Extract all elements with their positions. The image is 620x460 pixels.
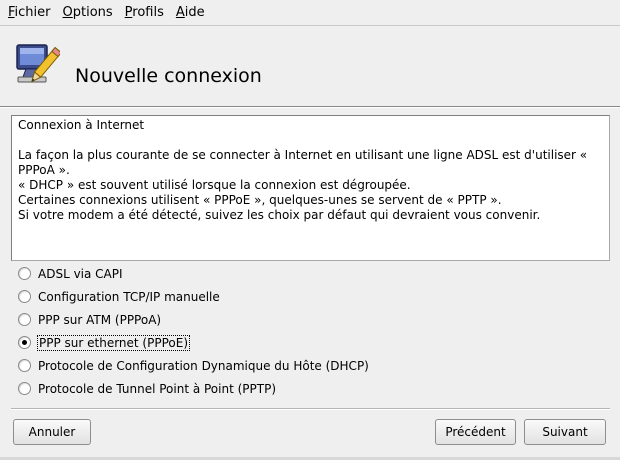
description-line bbox=[18, 133, 603, 148]
option-label: Protocole de Configuration Dynamique du … bbox=[38, 358, 369, 373]
description-line: Connexion à Internet bbox=[18, 118, 145, 132]
option-label: PPP sur ATM (PPPoA) bbox=[38, 312, 162, 327]
option-label: Configuration TCP/IP manuelle bbox=[38, 289, 220, 304]
footer-divider bbox=[11, 408, 610, 410]
option-adsl-capi[interactable]: ADSL via CAPI bbox=[18, 262, 608, 285]
network-config-icon bbox=[14, 41, 62, 89]
radio-button[interactable] bbox=[18, 313, 31, 326]
option-tcpip-manual[interactable]: Configuration TCP/IP manuelle bbox=[18, 285, 608, 308]
previous-button[interactable]: Précédent bbox=[435, 419, 516, 445]
cancel-button[interactable]: Annuler bbox=[13, 419, 91, 445]
option-pptp[interactable]: Protocole de Tunnel Point à Point (PPTP) bbox=[18, 377, 608, 400]
menu-fichier[interactable]: Fichier bbox=[2, 0, 57, 25]
menu-profils[interactable]: Profils bbox=[119, 0, 170, 25]
wizard-header: Nouvelle connexion bbox=[0, 26, 620, 106]
option-label: Protocole de Tunnel Point à Point (PPTP) bbox=[38, 381, 277, 396]
description-textbox[interactable]: Connexion à Internet La façon la plus co… bbox=[11, 115, 610, 261]
radio-button[interactable] bbox=[18, 359, 31, 372]
description-line: La façon la plus courante de se connecte… bbox=[18, 148, 591, 177]
connection-type-options: ADSL via CAPI Configuration TCP/IP manue… bbox=[18, 262, 608, 400]
radio-button[interactable] bbox=[18, 290, 31, 303]
menu-bar: Fichier Options Profils Aide bbox=[0, 0, 620, 25]
option-dhcp[interactable]: Protocole de Configuration Dynamique du … bbox=[18, 354, 608, 377]
radio-button[interactable] bbox=[18, 267, 31, 280]
menu-options[interactable]: Options bbox=[57, 0, 119, 25]
description-line: Si votre modem a été détecté, suivez les… bbox=[18, 208, 541, 222]
radio-button-checked[interactable] bbox=[18, 336, 31, 349]
menu-aide[interactable]: Aide bbox=[170, 0, 211, 25]
description-line: « DHCP » est souvent utilisé lorsque la … bbox=[18, 178, 411, 192]
option-pppoe[interactable]: PPP sur ethernet (PPPoE) bbox=[18, 331, 608, 354]
page-title: Nouvelle connexion bbox=[75, 65, 262, 87]
description-line: Certaines connexions utilisent « PPPoE »… bbox=[18, 193, 502, 207]
option-pppoa[interactable]: PPP sur ATM (PPPoA) bbox=[18, 308, 608, 331]
option-label: ADSL via CAPI bbox=[38, 266, 123, 281]
header-divider bbox=[0, 106, 620, 108]
option-label: PPP sur ethernet (PPPoE) bbox=[36, 334, 191, 351]
radio-button[interactable] bbox=[18, 382, 31, 395]
next-button[interactable]: Suivant bbox=[524, 419, 606, 445]
